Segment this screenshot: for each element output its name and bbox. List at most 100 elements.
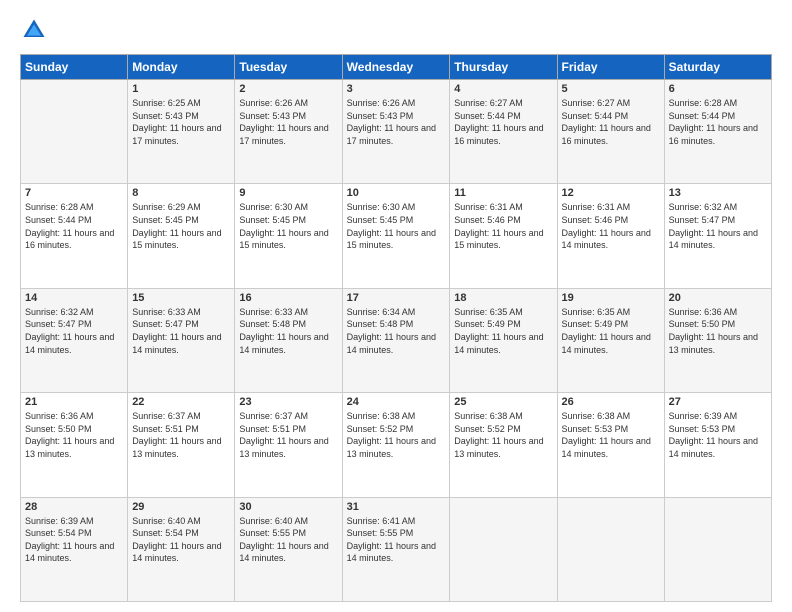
header-row: SundayMondayTuesdayWednesdayThursdayFrid…	[21, 55, 772, 80]
day-number: 30	[239, 501, 337, 513]
day-cell: 2 Sunrise: 6:26 AMSunset: 5:43 PMDaylight…	[235, 80, 342, 184]
day-cell: 19Sunrise: 6:35 AMSunset: 5:49 PMDayligh…	[557, 288, 664, 392]
day-cell: 15 Sunrise: 6:33 AMSunset: 5:47 PMDayligh…	[128, 288, 235, 392]
day-number: 31	[347, 501, 446, 513]
day-cell: 16Sunrise: 6:33 AMSunset: 5:48 PMDayligh…	[235, 288, 342, 392]
day-cell: 22 Sunrise: 6:37 AMSunset: 5:51 PMDayligh…	[128, 393, 235, 497]
day-info: Sunrise: 6:26 AMSunset: 5:43 PMDaylight:…	[347, 97, 446, 147]
day-cell: 1 Sunrise: 6:25 AMSunset: 5:43 PMDaylight…	[128, 80, 235, 184]
day-info: Sunrise: 6:38 AMSunset: 5:52 PMDaylight:…	[347, 410, 446, 460]
day-number: 23	[239, 396, 337, 408]
day-info: Sunrise: 6:41 AMSunset: 5:55 PMDaylight:…	[347, 515, 446, 565]
day-number: 8	[132, 187, 230, 199]
day-number: 15	[132, 292, 230, 304]
day-number: 2	[239, 83, 337, 95]
day-number: 18	[454, 292, 552, 304]
day-number: 21	[25, 396, 123, 408]
day-cell: 23 Sunrise: 6:37 AMSunset: 5:51 PMDayligh…	[235, 393, 342, 497]
day-info: Sunrise: 6:35 AMSunset: 5:49 PMDaylight:…	[454, 306, 552, 356]
calendar-header: SundayMondayTuesdayWednesdayThursdayFrid…	[21, 55, 772, 80]
day-cell: 27Sunrise: 6:39 AMSunset: 5:53 PMDayligh…	[664, 393, 771, 497]
day-header-sunday: Sunday	[21, 55, 128, 80]
calendar-body: 1 Sunrise: 6:25 AMSunset: 5:43 PMDaylight…	[21, 80, 772, 602]
day-cell: 12Sunrise: 6:31 AMSunset: 5:46 PMDayligh…	[557, 184, 664, 288]
day-info: Sunrise: 6:40 AMSunset: 5:55 PMDaylight:…	[239, 515, 337, 565]
day-cell: 21 Sunrise: 6:36 AMSunset: 5:50 PMDayligh…	[21, 393, 128, 497]
day-cell: 3 Sunrise: 6:26 AMSunset: 5:43 PMDaylight…	[342, 80, 450, 184]
day-cell: 14Sunrise: 6:32 AMSunset: 5:47 PMDayligh…	[21, 288, 128, 392]
day-cell: 31 Sunrise: 6:41 AMSunset: 5:55 PMDayligh…	[342, 497, 450, 601]
day-cell: 5Sunrise: 6:27 AMSunset: 5:44 PMDaylight…	[557, 80, 664, 184]
day-cell: 25Sunrise: 6:38 AMSunset: 5:52 PMDayligh…	[450, 393, 557, 497]
day-number: 14	[25, 292, 123, 304]
page: SundayMondayTuesdayWednesdayThursdayFrid…	[0, 0, 792, 612]
day-number: 5	[562, 83, 660, 95]
week-row-3: 14Sunrise: 6:32 AMSunset: 5:47 PMDayligh…	[21, 288, 772, 392]
day-cell: 9 Sunrise: 6:30 AMSunset: 5:45 PMDaylight…	[235, 184, 342, 288]
day-info: Sunrise: 6:40 AMSunset: 5:54 PMDaylight:…	[132, 515, 230, 565]
day-info: Sunrise: 6:36 AMSunset: 5:50 PMDaylight:…	[669, 306, 767, 356]
day-header-wednesday: Wednesday	[342, 55, 450, 80]
day-number: 11	[454, 187, 552, 199]
day-cell: 29 Sunrise: 6:40 AMSunset: 5:54 PMDayligh…	[128, 497, 235, 601]
day-cell: 17 Sunrise: 6:34 AMSunset: 5:48 PMDayligh…	[342, 288, 450, 392]
day-number: 28	[25, 501, 123, 513]
day-cell: 20Sunrise: 6:36 AMSunset: 5:50 PMDayligh…	[664, 288, 771, 392]
day-header-monday: Monday	[128, 55, 235, 80]
header	[20, 16, 772, 44]
day-info: Sunrise: 6:31 AMSunset: 5:46 PMDaylight:…	[454, 201, 552, 251]
day-cell: 10 Sunrise: 6:30 AMSunset: 5:45 PMDayligh…	[342, 184, 450, 288]
day-info: Sunrise: 6:29 AMSunset: 5:45 PMDaylight:…	[132, 201, 230, 251]
day-cell: 6 Sunrise: 6:28 AMSunset: 5:44 PMDaylight…	[664, 80, 771, 184]
day-info: Sunrise: 6:26 AMSunset: 5:43 PMDaylight:…	[239, 97, 337, 147]
day-info: Sunrise: 6:25 AMSunset: 5:43 PMDaylight:…	[132, 97, 230, 147]
week-row-4: 21 Sunrise: 6:36 AMSunset: 5:50 PMDayligh…	[21, 393, 772, 497]
day-header-friday: Friday	[557, 55, 664, 80]
day-cell: 4Sunrise: 6:27 AMSunset: 5:44 PMDaylight…	[450, 80, 557, 184]
day-number: 26	[562, 396, 660, 408]
logo	[20, 16, 50, 44]
day-info: Sunrise: 6:34 AMSunset: 5:48 PMDaylight:…	[347, 306, 446, 356]
day-info: Sunrise: 6:37 AMSunset: 5:51 PMDaylight:…	[132, 410, 230, 460]
day-cell: 28Sunrise: 6:39 AMSunset: 5:54 PMDayligh…	[21, 497, 128, 601]
day-number: 3	[347, 83, 446, 95]
day-info: Sunrise: 6:28 AMSunset: 5:44 PMDaylight:…	[25, 201, 123, 251]
day-number: 29	[132, 501, 230, 513]
day-info: Sunrise: 6:36 AMSunset: 5:50 PMDaylight:…	[25, 410, 123, 460]
calendar-table: SundayMondayTuesdayWednesdayThursdayFrid…	[20, 54, 772, 602]
day-info: Sunrise: 6:38 AMSunset: 5:53 PMDaylight:…	[562, 410, 660, 460]
day-info: Sunrise: 6:27 AMSunset: 5:44 PMDaylight:…	[454, 97, 552, 147]
day-info: Sunrise: 6:30 AMSunset: 5:45 PMDaylight:…	[347, 201, 446, 251]
day-info: Sunrise: 6:38 AMSunset: 5:52 PMDaylight:…	[454, 410, 552, 460]
day-header-tuesday: Tuesday	[235, 55, 342, 80]
day-info: Sunrise: 6:33 AMSunset: 5:47 PMDaylight:…	[132, 306, 230, 356]
day-info: Sunrise: 6:32 AMSunset: 5:47 PMDaylight:…	[669, 201, 767, 251]
day-number: 1	[132, 83, 230, 95]
day-info: Sunrise: 6:30 AMSunset: 5:45 PMDaylight:…	[239, 201, 337, 251]
day-cell: 30 Sunrise: 6:40 AMSunset: 5:55 PMDayligh…	[235, 497, 342, 601]
day-number: 13	[669, 187, 767, 199]
week-row-1: 1 Sunrise: 6:25 AMSunset: 5:43 PMDaylight…	[21, 80, 772, 184]
week-row-2: 7 Sunrise: 6:28 AMSunset: 5:44 PMDaylight…	[21, 184, 772, 288]
day-info: Sunrise: 6:31 AMSunset: 5:46 PMDaylight:…	[562, 201, 660, 251]
day-number: 7	[25, 187, 123, 199]
day-number: 17	[347, 292, 446, 304]
day-cell	[557, 497, 664, 601]
day-info: Sunrise: 6:33 AMSunset: 5:48 PMDaylight:…	[239, 306, 337, 356]
day-number: 9	[239, 187, 337, 199]
week-row-5: 28Sunrise: 6:39 AMSunset: 5:54 PMDayligh…	[21, 497, 772, 601]
logo-icon	[20, 16, 48, 44]
day-info: Sunrise: 6:28 AMSunset: 5:44 PMDaylight:…	[669, 97, 767, 147]
day-cell: 26 Sunrise: 6:38 AMSunset: 5:53 PMDayligh…	[557, 393, 664, 497]
day-info: Sunrise: 6:37 AMSunset: 5:51 PMDaylight:…	[239, 410, 337, 460]
day-number: 22	[132, 396, 230, 408]
day-number: 6	[669, 83, 767, 95]
day-cell: 13 Sunrise: 6:32 AMSunset: 5:47 PMDayligh…	[664, 184, 771, 288]
day-cell	[450, 497, 557, 601]
day-number: 24	[347, 396, 446, 408]
day-cell: 24 Sunrise: 6:38 AMSunset: 5:52 PMDayligh…	[342, 393, 450, 497]
day-number: 10	[347, 187, 446, 199]
day-info: Sunrise: 6:35 AMSunset: 5:49 PMDaylight:…	[562, 306, 660, 356]
day-header-saturday: Saturday	[664, 55, 771, 80]
day-cell	[664, 497, 771, 601]
